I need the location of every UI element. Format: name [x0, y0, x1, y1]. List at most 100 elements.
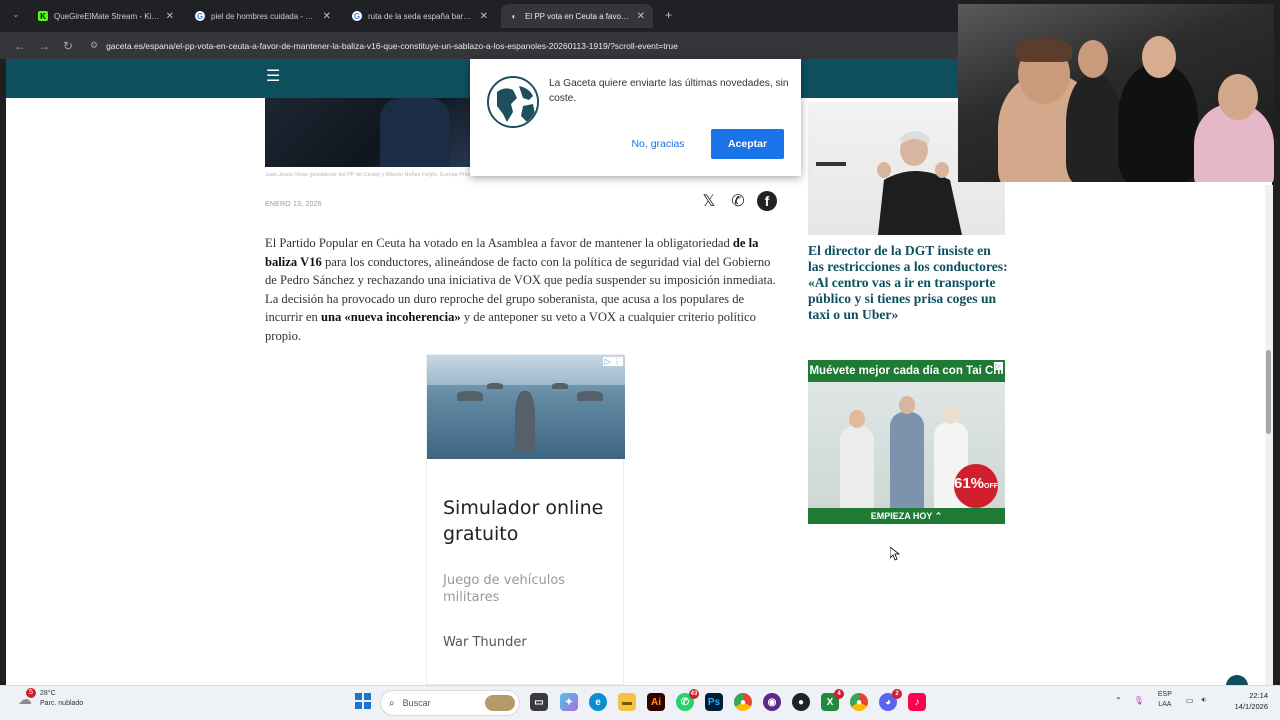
body-segment: El Partido Popular en Ceuta ha votado en… [265, 236, 733, 250]
whatsapp-share-icon[interactable]: ✆ [728, 191, 748, 211]
chrome-icon[interactable]: ● [734, 693, 752, 711]
reload-icon[interactable]: ↻ [56, 39, 80, 53]
forward-icon[interactable]: → [32, 39, 56, 53]
ad-image-warships: ▷ ⋮ [427, 355, 625, 459]
microphone-icon[interactable]: 🎙︎ [1134, 696, 1144, 705]
warship-icon [515, 391, 535, 451]
weather-temp: 28°C [40, 690, 56, 697]
body-link-incoherencia[interactable]: una «nueva incoherencia» [321, 310, 461, 324]
system-tray: ⌃ 🎙︎ ESP LAA ▭ 🔉︎ [1115, 690, 1206, 710]
photoshop-icon[interactable]: Ps [705, 693, 723, 711]
tab-title: QueGireElMate Stream - Kick D... [54, 11, 160, 21]
person-figure [1118, 64, 1198, 182]
person-figure [1066, 74, 1122, 182]
ad-brand[interactable]: War Thunder [443, 635, 527, 650]
mouse-cursor-icon [890, 547, 900, 561]
decline-button[interactable]: No, gracias [620, 129, 696, 159]
google-icon: G [195, 11, 205, 21]
prompt-message: La Gaceta quiere enviarte las últimas no… [549, 78, 789, 104]
ad-cta[interactable]: EMPIEZA HOY ⌃ [808, 509, 1005, 524]
illustrator-icon[interactable]: Ai [647, 693, 665, 711]
person-figure [380, 98, 450, 167]
chrome-profile-icon[interactable]: ● [850, 693, 868, 711]
folder-icon[interactable]: ▬ [618, 693, 636, 711]
obs-icon[interactable]: ◉ [763, 693, 781, 711]
image-caption: Juan Jesús Vivas (presidente del PP de C… [265, 172, 474, 178]
search-icon: ⌕ [389, 697, 395, 709]
tab-search-silk[interactable]: G ruta de la seda españa barrio p... ✕ [344, 4, 496, 28]
gaceta-icon: ◐ [511, 11, 517, 21]
tab-search-skin[interactable]: G piel de hombres cuidada - Busc... ✕ [187, 4, 339, 28]
adchoices-icon[interactable]: ▷ ⋮ [602, 357, 623, 366]
warship-icon [577, 391, 603, 401]
whatsapp-badge: 43 [689, 689, 699, 699]
app-badge: 4 [834, 689, 844, 699]
article-date: ENERO 13, 2026 [265, 201, 322, 208]
close-icon[interactable]: ✕ [480, 11, 488, 22]
globe-icon [487, 76, 539, 128]
media-app-icon[interactable]: ● [792, 693, 810, 711]
site-info-icon[interactable]: ⚙ [90, 40, 98, 51]
taskbar: ☁ 5 28°C Parc. nublado ⌕ Buscar ▭ ✦ e ▬ Ai… [0, 685, 1280, 720]
task-view-icon[interactable]: ▭ [530, 693, 548, 711]
scrollbar-track[interactable] [1265, 185, 1273, 685]
webcam-overlay [958, 4, 1274, 182]
person-figure [890, 412, 924, 508]
menu-icon[interactable]: ☰ [266, 69, 280, 85]
tab-list-icon[interactable]: ⌄ [12, 9, 20, 20]
warship-icon [457, 391, 483, 401]
facebook-share-icon[interactable]: f [757, 191, 777, 211]
volume-icon[interactable]: 🔉︎ [1201, 695, 1206, 705]
discord-icon[interactable]: ◕ 2 [879, 689, 902, 711]
start-button[interactable] [355, 693, 371, 709]
clock-time: 22:14 [1249, 691, 1268, 700]
tab-bar: ⌄ K QueGireElMate Stream - Kick D... ✕ G… [0, 0, 960, 32]
search-placeholder: Buscar [402, 698, 431, 708]
discount-badge: 61%OFF [954, 464, 998, 508]
weather-desc: Parc. nublado [40, 700, 84, 707]
sidebar-ad[interactable]: Muévete mejor cada día con Tai Chi 61%OF… [808, 360, 1005, 524]
search-highlight-icon [485, 695, 515, 711]
kick-icon: K [38, 11, 48, 21]
sidebar-headline[interactable]: El director de la DGT insiste en las res… [808, 243, 1008, 323]
discount-suffix: OFF [984, 483, 999, 490]
tab-gaceta[interactable]: ◐ El PP vota en Ceuta a favor de ... ✕ [501, 4, 653, 28]
edge-icon[interactable]: e [589, 693, 607, 711]
close-icon[interactable]: ✕ [637, 11, 645, 22]
discord-badge: 2 [892, 689, 902, 699]
ad-title: Muévete mejor cada día con Tai Chi [809, 365, 1004, 377]
person-figure [840, 426, 874, 508]
tab-title: ruta de la seda españa barrio p... [368, 11, 474, 21]
discount-value: 61% [954, 475, 985, 492]
warship-icon [552, 383, 568, 389]
scrollbar-thumb[interactable] [1266, 350, 1271, 434]
tiktok-icon[interactable]: ♪ [908, 693, 926, 711]
cloud-icon: ☁ 5 [18, 688, 36, 708]
weather-badge: 5 [26, 688, 36, 698]
close-icon[interactable]: ✕ [323, 11, 331, 22]
new-tab-button[interactable]: + [665, 8, 672, 22]
inline-ad[interactable]: ▷ ⋮ Simulador online gratuito Juego de v… [426, 354, 625, 685]
tab-kick[interactable]: K QueGireElMate Stream - Kick D... ✕ [30, 4, 182, 28]
lang-layout: LAA [1158, 701, 1172, 708]
accept-button[interactable]: Aceptar [711, 129, 784, 159]
taskbar-search[interactable]: ⌕ Buscar [380, 690, 520, 716]
x-share-icon[interactable]: 𝕏 [699, 191, 719, 211]
url-text: gaceta.es/espana/el-pp-vota-en-ceuta-a-f… [106, 40, 678, 51]
notification-prompt: La Gaceta quiere enviarte las últimas no… [470, 59, 801, 176]
google-icon: G [352, 11, 362, 21]
network-icon[interactable]: ▭ [1186, 696, 1194, 705]
back-icon[interactable]: ← [8, 39, 32, 53]
clock[interactable]: 22:14 14/1/2026 [1228, 690, 1268, 712]
warship-icon [487, 383, 503, 389]
ad-headline[interactable]: Simulador online gratuito [443, 495, 623, 547]
weather-widget[interactable]: ☁ 5 28°C Parc. nublado [18, 688, 84, 709]
copilot-icon[interactable]: ✦ [560, 693, 578, 711]
tray-overflow-icon[interactable]: ⌃ [1115, 696, 1122, 705]
language-indicator[interactable]: ESP LAA [1158, 690, 1172, 710]
close-icon[interactable]: ✕ [166, 11, 174, 22]
whatsapp-icon[interactable]: ✆ 43 [676, 689, 699, 711]
address-bar[interactable]: ⚙ gaceta.es/espana/el-pp-vota-en-ceuta-a… [90, 40, 678, 51]
excel-icon[interactable]: X4 [821, 689, 844, 711]
adchoices-icon[interactable]: ▷ [993, 362, 1003, 370]
